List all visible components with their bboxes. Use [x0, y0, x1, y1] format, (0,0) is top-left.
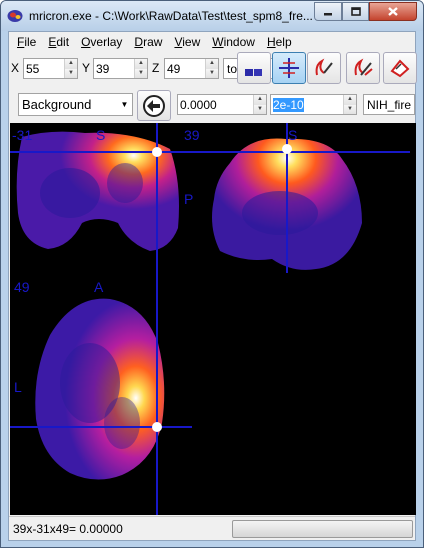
layer-select[interactable]: Background ▼	[18, 93, 133, 116]
pen-draw-icon	[315, 58, 333, 76]
fill-icon	[390, 59, 410, 78]
crosshair-point	[282, 144, 292, 154]
brain-slices-canvas[interactable]	[10, 123, 416, 515]
menu-draw[interactable]: Draw	[128, 33, 168, 51]
fill-button[interactable]	[383, 52, 417, 84]
spinner-arrows[interactable]: ▲ ▼	[64, 59, 77, 78]
minimize-icon	[324, 12, 332, 15]
spinner-arrows[interactable]: ▲ ▼	[205, 59, 218, 78]
layer-value: Background	[22, 97, 92, 112]
menu-bar: File Edit Overlay Draw View Window Help	[9, 32, 415, 52]
pen-erase-button[interactable]	[346, 52, 380, 84]
close-button[interactable]	[369, 2, 417, 21]
coronal-slice-label: -31	[12, 127, 33, 143]
minimize-button[interactable]	[314, 2, 342, 21]
axial-side-label: L	[14, 379, 22, 395]
crosshair-button[interactable]	[272, 52, 306, 84]
multislice-view-button[interactable]	[237, 52, 271, 84]
min-intensity-spinner[interactable]: 0.0000 ▲ ▼	[177, 94, 267, 115]
x-coordinate-spinner[interactable]: 55 ▲ ▼	[23, 58, 78, 79]
crosshair-point	[152, 422, 162, 432]
close-icon	[388, 7, 398, 16]
menu-edit[interactable]: Edit	[42, 33, 75, 51]
image-viewer[interactable]: -31 S 39 S P 49 A L	[10, 123, 416, 515]
z-coordinate-spinner[interactable]: 49 ▲ ▼	[164, 58, 219, 79]
spinner-arrows[interactable]: ▲ ▼	[253, 95, 266, 114]
arrow-left-icon	[143, 94, 165, 117]
menu-view[interactable]: View	[168, 33, 206, 51]
z-coordinate-value: 49	[167, 61, 181, 76]
maximize-button[interactable]	[342, 2, 369, 21]
empty-panel	[192, 273, 416, 515]
colormap-select[interactable]: NIH_fire	[363, 94, 415, 115]
menu-help[interactable]: Help	[261, 33, 298, 51]
spinner-arrows[interactable]: ▲ ▼	[134, 59, 147, 78]
sagittal-side-label: P	[184, 191, 194, 207]
client-area: File Edit Overlay Draw View Window Help …	[8, 31, 417, 541]
max-intensity-spinner[interactable]: 2e-10 ▲ ▼	[270, 94, 357, 115]
colormap-value: NIH_fire	[367, 97, 412, 112]
menu-overlay[interactable]: Overlay	[75, 33, 128, 51]
back-button[interactable]	[137, 90, 171, 121]
coronal-orientation-label: S	[96, 127, 106, 143]
maximize-icon	[350, 7, 361, 16]
x-label: X	[11, 61, 20, 75]
pen-erase-icon	[354, 58, 373, 76]
x-coordinate-value: 55	[26, 61, 40, 76]
panel-spacer	[10, 273, 12, 274]
min-intensity-value: 0.0000	[180, 97, 217, 112]
axial-slice[interactable]	[35, 298, 165, 480]
menu-file[interactable]: File	[11, 33, 42, 51]
sagittal-slice-label: 39	[184, 127, 200, 143]
z-label: Z	[152, 61, 160, 75]
axial-orientation-label: A	[94, 279, 104, 295]
app-icon	[7, 10, 23, 22]
y-coordinate-spinner[interactable]: 39 ▲ ▼	[93, 58, 148, 79]
y-coordinate-value: 39	[96, 61, 110, 76]
pen-draw-button[interactable]	[307, 52, 341, 84]
spinner-arrows[interactable]: ▲ ▼	[343, 95, 356, 114]
max-intensity-value: 2e-10	[273, 97, 304, 112]
crosshair-icon	[279, 58, 299, 78]
crosshair-point	[152, 147, 162, 157]
axial-slice-label: 49	[14, 279, 30, 295]
y-label: Y	[82, 61, 91, 75]
menu-window[interactable]: Window	[206, 33, 261, 51]
sagittal-orientation-label: S	[288, 127, 298, 143]
status-bar: 39x-31x49= 0.00000	[9, 516, 415, 540]
window-title: mricron.exe - C:\Work\RawData\Test\test_…	[29, 9, 313, 23]
chevron-down-icon: ▼	[120, 100, 129, 109]
status-text: 39x-31x49= 0.00000	[13, 522, 123, 536]
multislice-view-icon	[245, 69, 262, 76]
progress-bar	[232, 520, 413, 538]
title-bar[interactable]: mricron.exe - C:\Work\RawData\Test\test_…	[1, 1, 423, 31]
app-window: mricron.exe - C:\Work\RawData\Test\test_…	[0, 0, 424, 548]
